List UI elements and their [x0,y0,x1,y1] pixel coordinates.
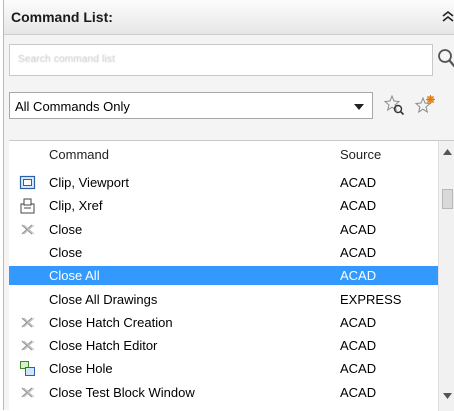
command-name: Clip, Xref [49,198,102,213]
panel-title: Command List: [11,9,113,25]
table-header: Command Source [9,141,454,167]
column-header-command[interactable]: Command [49,147,109,162]
scrollbar-thumb[interactable] [442,189,453,209]
table-row[interactable]: Close Hatch Creation ACAD [9,313,438,332]
close-x-icon [19,384,36,401]
table-row[interactable]: Close All ACAD [9,266,438,285]
xref-clip-icon [19,197,36,214]
command-source: ACAD [340,175,376,190]
viewport-clip-icon [19,174,36,191]
vertical-scrollbar[interactable] [438,141,454,411]
close-x-icon [19,221,36,238]
close-hole-icon [19,360,36,377]
command-source: ACAD [340,385,376,400]
command-source: ACAD [340,361,376,376]
scroll-down-icon[interactable] [443,393,452,399]
filter-selected-value: All Commands Only [15,99,130,114]
command-name: Close Hole [49,361,113,376]
close-x-icon [19,314,36,331]
new-command-star-icon[interactable] [414,94,436,116]
command-source: ACAD [340,245,376,260]
search-placeholder: Search command list [18,54,115,65]
table-row[interactable]: Clip, Xref ACAD [9,196,438,215]
command-source: ACAD [340,222,376,237]
command-source: ACAD [340,315,376,330]
command-name: Close Test Block Window [49,385,195,400]
column-header-source[interactable]: Source [340,147,381,162]
command-table: Command Source Clip, ViewportACADClip, X… [9,140,454,411]
command-source: ACAD [340,198,376,213]
table-row[interactable]: Clip, Viewport ACAD [9,173,438,192]
command-source: ACAD [340,338,376,353]
command-name: Close All Drawings [49,292,157,307]
scroll-up-icon[interactable] [443,149,452,155]
table-row[interactable]: Close ACAD [9,220,438,239]
command-source: ACAD [340,268,376,283]
command-name: Close Hatch Creation [49,315,173,330]
command-name: Close All [49,268,100,283]
table-row[interactable]: Close ACAD [9,243,438,262]
command-name: Clip, Viewport [49,175,129,190]
search-input[interactable]: Search command list [9,44,433,76]
table-row[interactable]: Close Test Block Window ACAD [9,383,438,402]
panel-header: Command List: [4,0,454,35]
command-name: Close Hatch Editor [49,338,157,353]
command-filter-dropdown[interactable]: All Commands Only [9,92,373,119]
collapse-chevron-icon[interactable] [441,8,454,26]
close-x-icon [19,337,36,354]
table-row[interactable]: Close Hole ACAD [9,359,438,378]
table-row[interactable]: Close All Drawings EXPRESS [9,290,438,309]
find-star-icon[interactable] [383,94,405,116]
command-name: Close [49,222,82,237]
table-row[interactable]: Close Hatch Editor ACAD [9,336,438,355]
chevron-down-icon [354,104,364,110]
command-name: Close [49,245,82,260]
command-list-panel: Command List: Search command list All Co… [3,0,454,410]
search-icon[interactable] [437,48,454,70]
command-source: EXPRESS [340,292,401,307]
